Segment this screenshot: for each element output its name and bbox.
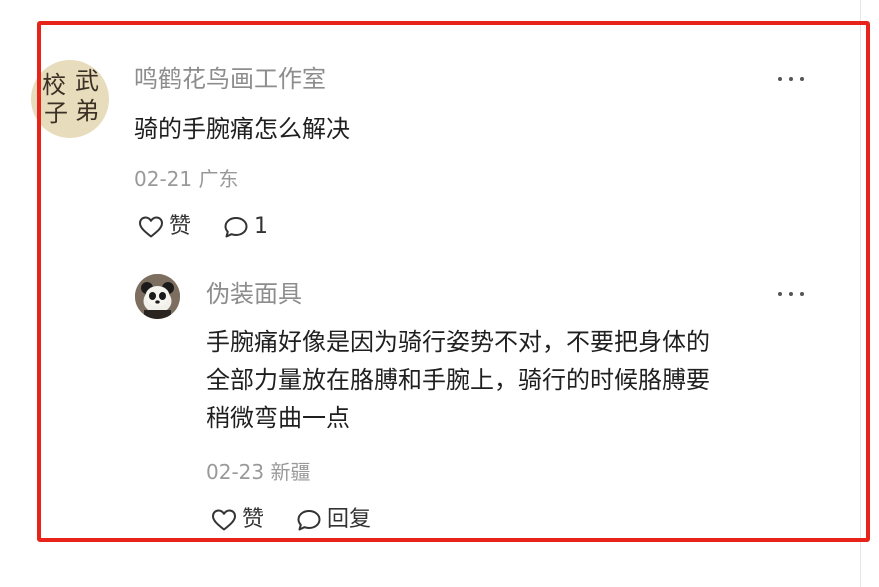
highlight-annotation-box — [37, 21, 870, 542]
comment-thread-page: 武 校 子 弟 鸣鹤花鸟画工作室 骑的手腕痛怎么解决 02-21 广东 赞 1 — [0, 0, 879, 587]
